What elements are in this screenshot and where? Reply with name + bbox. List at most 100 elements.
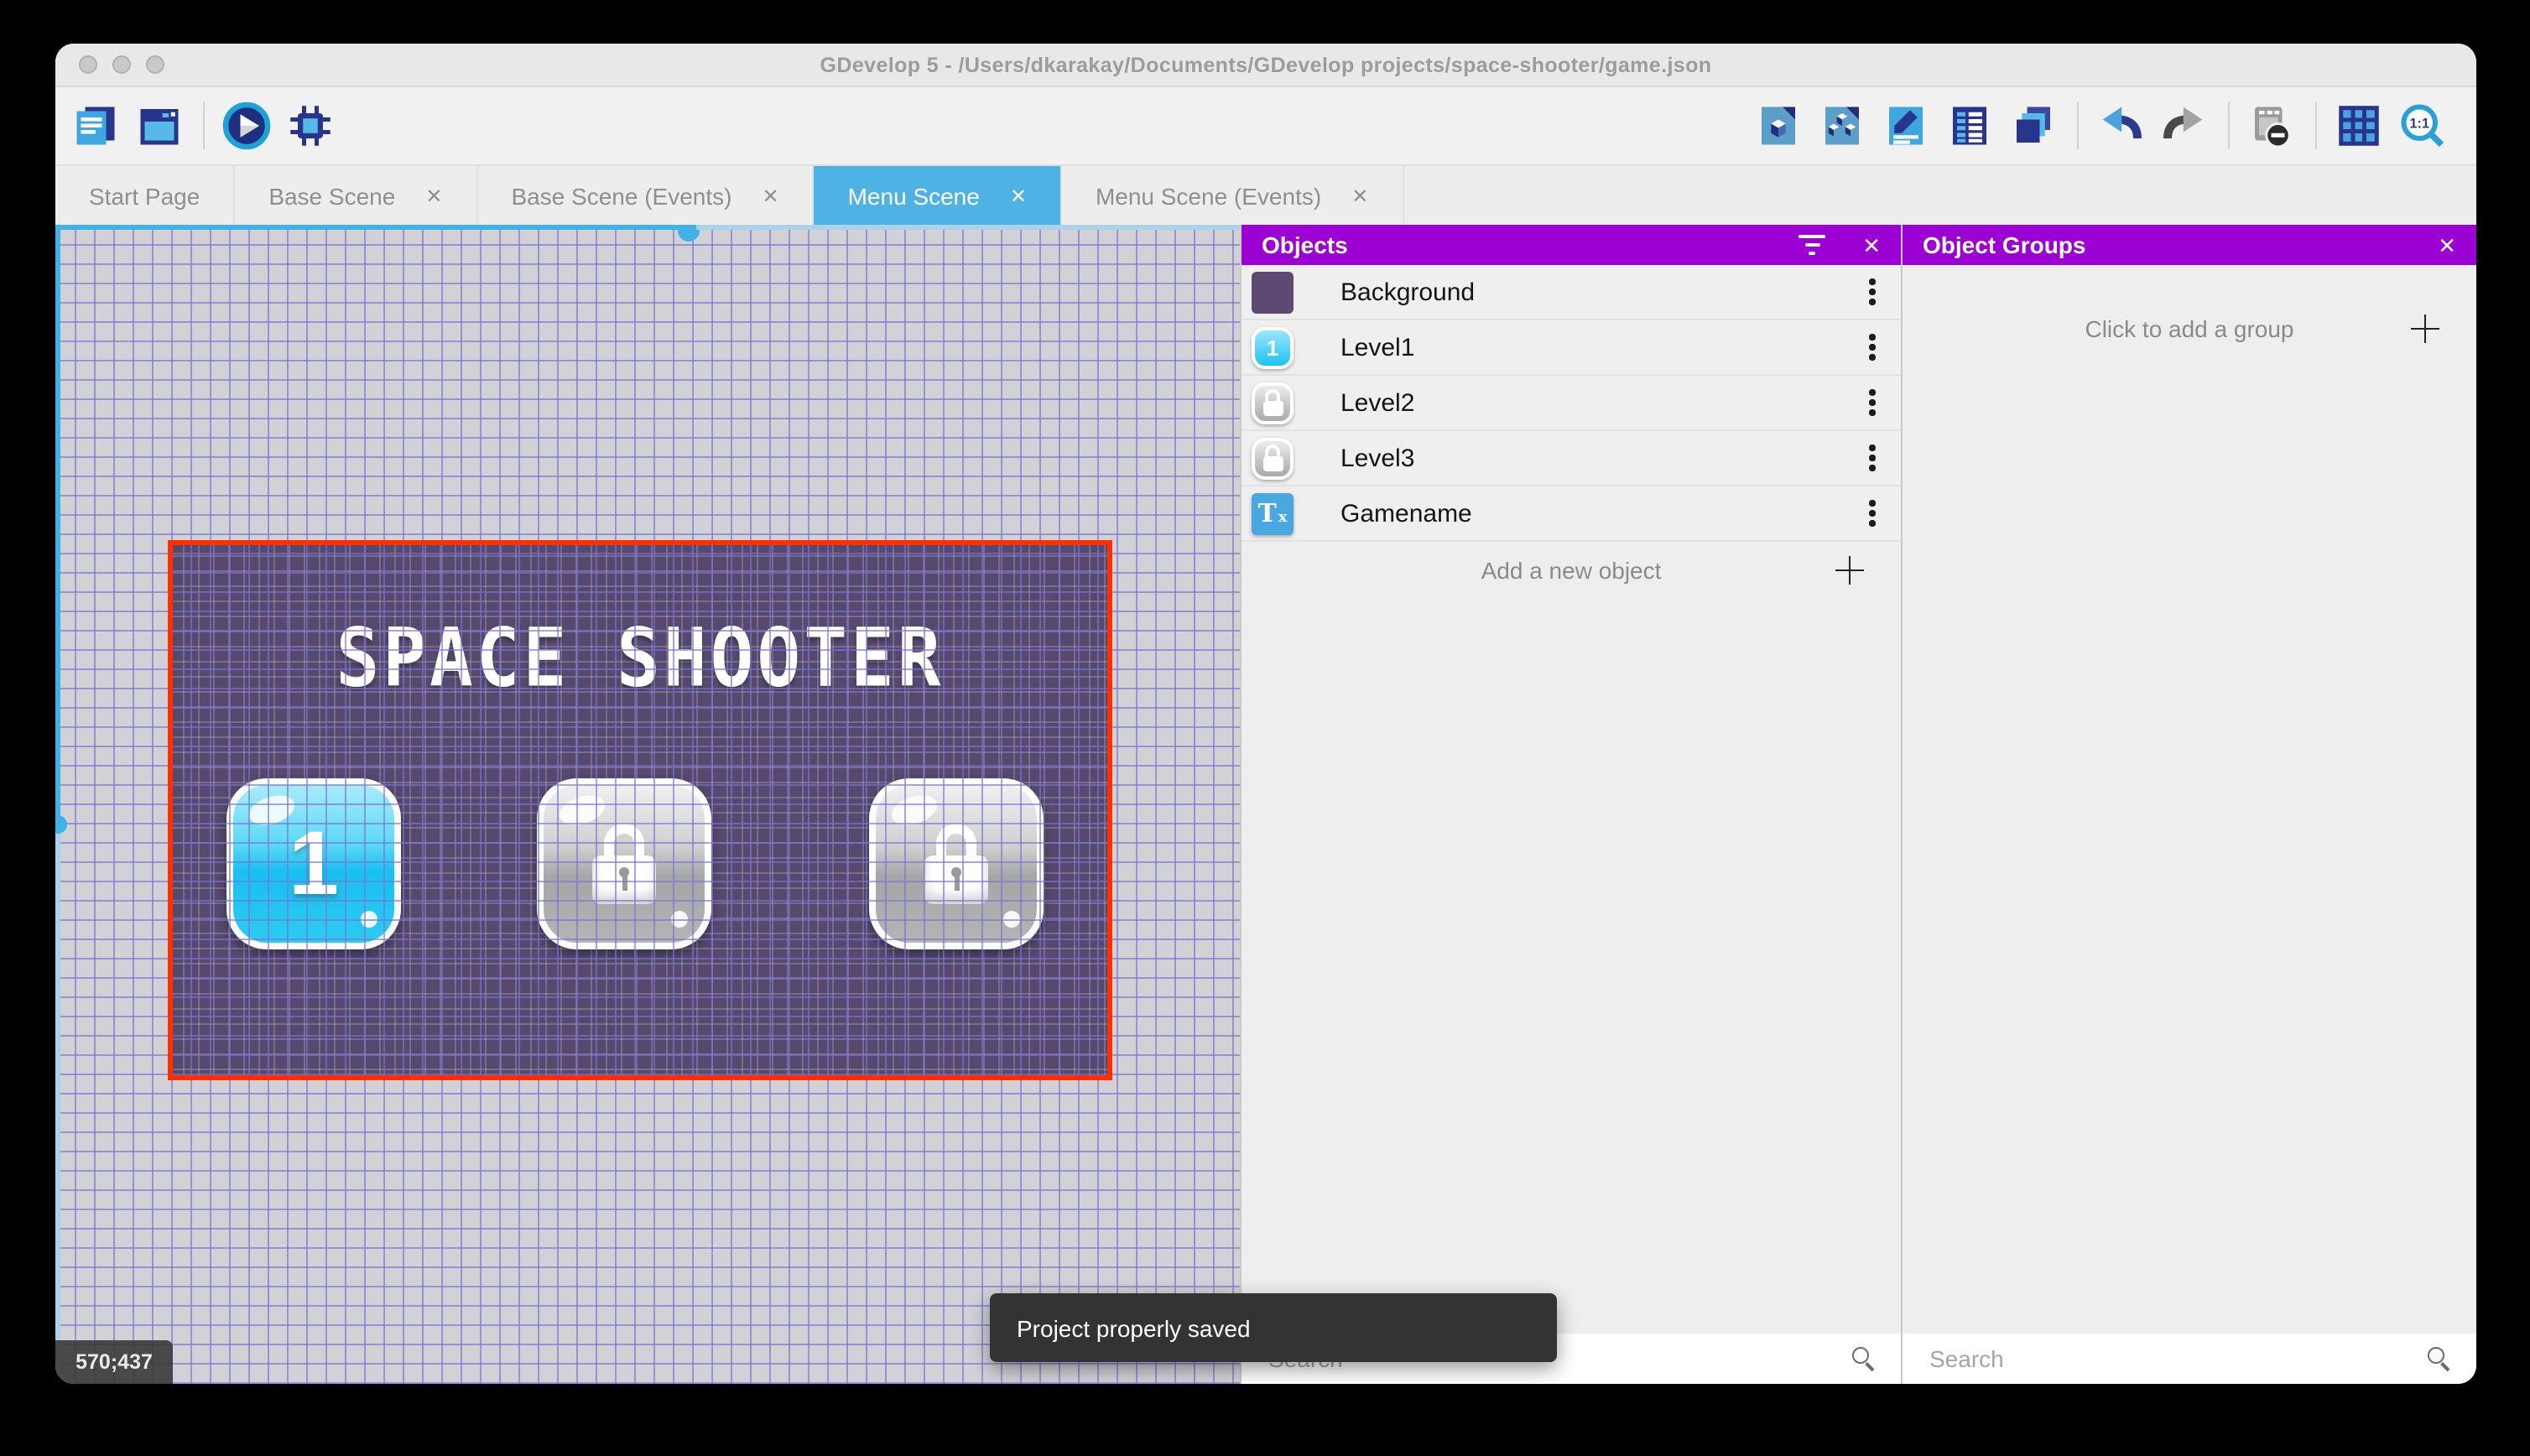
layers-icon bbox=[2008, 101, 2059, 151]
add-group-button[interactable]: Click to add a group bbox=[1903, 295, 2476, 362]
minimize-window-button[interactable] bbox=[112, 55, 131, 74]
toggle-grid-button[interactable] bbox=[2332, 99, 2386, 153]
object-menu-icon[interactable] bbox=[1861, 335, 1884, 361]
zoom-original-button[interactable]: 1:1 bbox=[2396, 99, 2449, 153]
project-manager-button[interactable] bbox=[69, 99, 122, 153]
toolbar-separator bbox=[203, 102, 205, 149]
object-groups-panel: Object Groups ✕ Click to add a group bbox=[1903, 225, 2476, 1384]
object-row-gamename[interactable]: Tx Gamename bbox=[1242, 486, 1901, 542]
instances-list-button[interactable] bbox=[1943, 99, 1996, 153]
background-object-icon bbox=[1252, 271, 1294, 313]
lock-icon bbox=[924, 824, 988, 904]
text-object-icon: Tx bbox=[1252, 492, 1294, 534]
object-groups-editor-button[interactable] bbox=[1815, 99, 1869, 153]
object-menu-icon[interactable] bbox=[1861, 501, 1884, 527]
level2-object-icon bbox=[1252, 382, 1294, 424]
close-window-button[interactable] bbox=[79, 55, 97, 74]
object-name: Background bbox=[1340, 278, 1861, 306]
level3-button-instance[interactable] bbox=[869, 778, 1044, 949]
object-row-level2[interactable]: Level2 bbox=[1242, 376, 1901, 431]
add-new-object-button[interactable]: Add a new object bbox=[1242, 542, 1901, 599]
properties-pencil-icon bbox=[1881, 101, 1931, 151]
toolbar-separator bbox=[2077, 102, 2079, 149]
save-confirmation-snackbar: Project properly saved bbox=[990, 1293, 1557, 1362]
level2-button-instance[interactable] bbox=[537, 778, 711, 949]
lock-icon bbox=[592, 824, 656, 904]
horizontal-scrollbar-thumb[interactable] bbox=[55, 225, 696, 230]
tab-base-scene[interactable]: Base Scene ✕ bbox=[235, 166, 477, 225]
vertical-scrollbar[interactable] bbox=[55, 225, 60, 1384]
close-icon[interactable]: ✕ bbox=[2438, 234, 2456, 256]
level1-button-instance[interactable]: 1 bbox=[226, 778, 401, 949]
preview-window-icon bbox=[134, 101, 185, 151]
debug-chip-icon bbox=[285, 101, 336, 151]
groups-list: Click to add a group bbox=[1903, 265, 2476, 1334]
level1-object-icon: 1 bbox=[1252, 326, 1294, 368]
close-icon[interactable]: ✕ bbox=[1862, 234, 1881, 256]
tab-menu-scene-events[interactable]: Menu Scene (Events) ✕ bbox=[1062, 166, 1403, 225]
object-menu-icon[interactable] bbox=[1861, 279, 1884, 305]
project-manager-icon bbox=[70, 101, 121, 151]
object-name: Level1 bbox=[1340, 333, 1861, 361]
tab-label: Menu Scene (Events) bbox=[1096, 182, 1321, 209]
scene-background-instance[interactable]: SPACE SHOOTER 1 bbox=[168, 540, 1112, 1080]
undo-button[interactable] bbox=[2094, 99, 2147, 153]
window-title: GDevelop 5 - /Users/dkarakay/Documents/G… bbox=[820, 53, 1712, 76]
object-name: Level3 bbox=[1340, 444, 1861, 472]
main-toolbar: 1:1 bbox=[55, 87, 2476, 166]
tab-menu-scene[interactable]: Menu Scene ✕ bbox=[815, 166, 1062, 225]
vertical-scrollbar-thumb[interactable] bbox=[55, 225, 60, 827]
maximize-window-button[interactable] bbox=[146, 55, 164, 74]
close-tab-icon[interactable]: ✕ bbox=[425, 184, 442, 207]
layers-editor-button[interactable] bbox=[2007, 99, 2060, 153]
object-row-background[interactable]: Background bbox=[1242, 265, 1901, 320]
gdevelop-window: GDevelop 5 - /Users/dkarakay/Documents/G… bbox=[55, 44, 2476, 1384]
vertical-scrollbar-marker[interactable] bbox=[55, 815, 67, 834]
close-tab-icon[interactable]: ✕ bbox=[1351, 184, 1368, 207]
main-area: SPACE SHOOTER 1 bbox=[55, 225, 2476, 1384]
groups-search-input[interactable] bbox=[1926, 1344, 2428, 1374]
title-bar: GDevelop 5 - /Users/dkarakay/Documents/G… bbox=[55, 44, 2476, 87]
undo-icon bbox=[2095, 101, 2146, 151]
mask-minus-icon bbox=[2246, 101, 2297, 151]
object-menu-icon[interactable] bbox=[1861, 445, 1884, 471]
search-icon bbox=[1852, 1346, 1877, 1371]
grid-icon bbox=[2334, 101, 2384, 151]
instances-list-icon bbox=[1944, 101, 1995, 151]
close-tab-icon[interactable]: ✕ bbox=[762, 184, 778, 207]
render-mask-button[interactable] bbox=[2245, 99, 2298, 153]
horizontal-scrollbar-marker[interactable] bbox=[678, 230, 700, 242]
object-name: Gamename bbox=[1340, 499, 1861, 528]
tab-start-page[interactable]: Start Page bbox=[55, 166, 235, 225]
plus-icon[interactable] bbox=[2411, 315, 2439, 343]
add-group-label: Click to add a group bbox=[2085, 315, 2293, 342]
play-preview-button[interactable] bbox=[220, 99, 273, 153]
object-groups-icon bbox=[1817, 101, 1867, 151]
add-object-label: Add a new object bbox=[1481, 557, 1662, 584]
scene-title-text: SPACE SHOOTER bbox=[168, 612, 1112, 706]
redo-icon bbox=[2159, 101, 2210, 151]
horizontal-scrollbar[interactable] bbox=[55, 225, 1240, 230]
toolbar-right-group: 1:1 bbox=[1752, 99, 2460, 153]
properties-panel-button[interactable] bbox=[1879, 99, 1933, 153]
scene-editor-canvas[interactable]: SPACE SHOOTER 1 bbox=[55, 225, 1240, 1384]
level3-object-icon bbox=[1252, 437, 1294, 479]
objects-panel: Objects ✕ Background 1 Level1 bbox=[1242, 225, 1901, 1384]
objects-editor-icon bbox=[1753, 101, 1804, 151]
objects-panel-title: Objects bbox=[1262, 231, 1799, 258]
object-menu-icon[interactable] bbox=[1861, 390, 1884, 416]
object-row-level1[interactable]: 1 Level1 bbox=[1242, 320, 1901, 376]
tab-base-scene-events[interactable]: Base Scene (Events) ✕ bbox=[477, 166, 814, 225]
groups-panel-header: Object Groups ✕ bbox=[1903, 225, 2476, 265]
object-row-level3[interactable]: Level3 bbox=[1242, 431, 1901, 486]
close-tab-icon[interactable]: ✕ bbox=[1010, 184, 1027, 207]
zoom-1-1-icon: 1:1 bbox=[2397, 101, 2448, 151]
redo-button[interactable] bbox=[2158, 99, 2211, 153]
plus-icon[interactable] bbox=[1835, 556, 1864, 585]
debugger-button[interactable] bbox=[284, 99, 337, 153]
objects-editor-button[interactable] bbox=[1752, 99, 1805, 153]
filter-icon[interactable] bbox=[1799, 235, 1825, 255]
tab-label: Base Scene bbox=[268, 182, 395, 209]
preview-window-button[interactable] bbox=[133, 99, 186, 153]
toolbar-separator bbox=[2228, 102, 2230, 149]
